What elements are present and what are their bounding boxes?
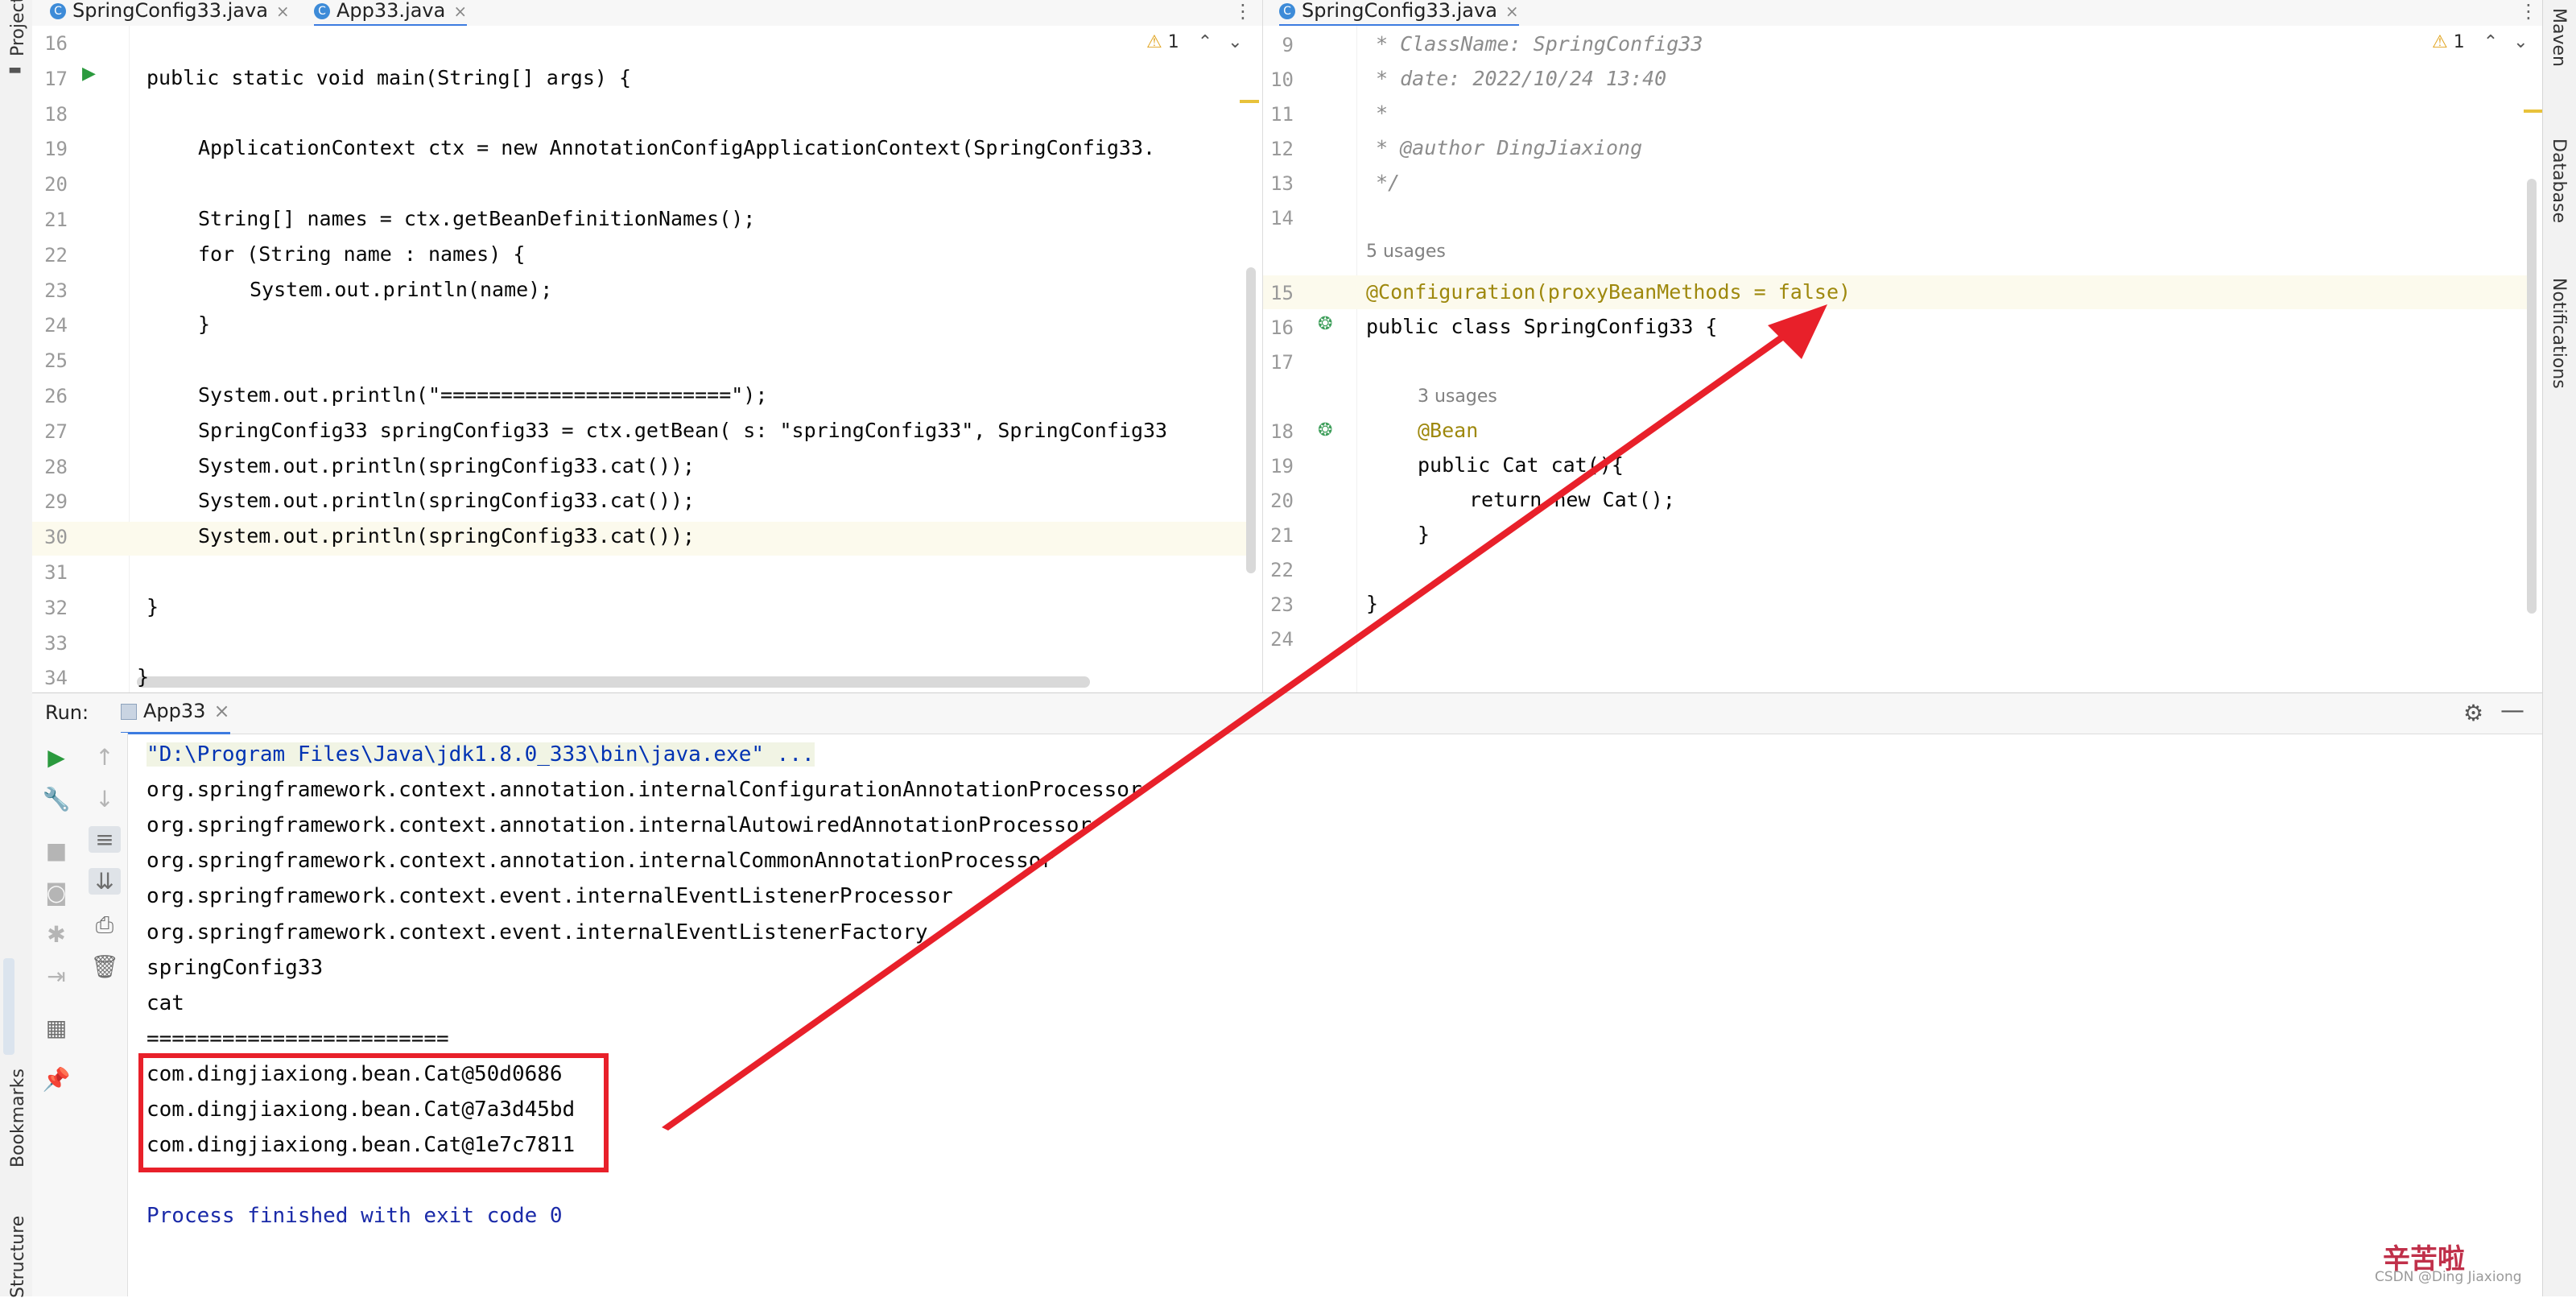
watermark-credit: CSDN @Ding Jiaxiong — [2375, 1269, 2522, 1285]
annotation-arrow — [662, 304, 1827, 1131]
arrow-head — [1768, 304, 1827, 359]
